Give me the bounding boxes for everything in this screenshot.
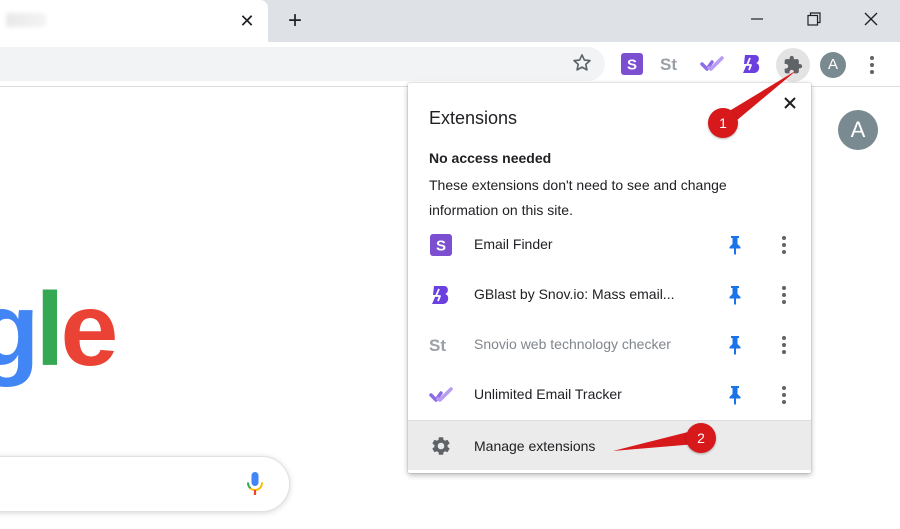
browser-toolbar: S St A [0, 42, 900, 87]
email-finder-icon: S [429, 233, 453, 257]
extension-row-gblast[interactable]: GBlast by Snov.io: Mass email... [408, 269, 811, 319]
section-heading: No access needed [429, 150, 552, 166]
email-finder-extension-icon[interactable]: S [620, 52, 644, 76]
window-close-button[interactable] [856, 6, 886, 32]
tab-close-icon[interactable]: ✕ [236, 10, 258, 32]
google-account-avatar[interactable]: A [838, 110, 878, 150]
pin-icon[interactable] [725, 334, 745, 356]
extension-row-email-tracker[interactable]: Unlimited Email Tracker [408, 369, 811, 419]
bookmark-star-icon[interactable] [571, 52, 593, 74]
voice-search-mic-icon[interactable] [245, 471, 265, 497]
pin-icon[interactable] [725, 384, 745, 406]
extension-name: GBlast by Snov.io: Mass email... [474, 286, 675, 302]
gblast-extension-icon[interactable] [740, 52, 764, 76]
minimize-icon [751, 18, 763, 20]
annotation-badge-2: 2 [686, 423, 716, 453]
annotation-badge-1: 1 [708, 108, 738, 138]
manage-extensions-label: Manage extensions [474, 438, 596, 454]
svg-text:St: St [660, 55, 677, 74]
gear-icon [430, 435, 452, 457]
profile-avatar[interactable]: A [820, 52, 846, 78]
svg-text:St: St [429, 336, 446, 355]
tab-strip: ✕ + [0, 0, 900, 42]
kebab-menu-icon [870, 56, 874, 74]
restore-button[interactable] [799, 6, 829, 32]
pin-icon[interactable] [725, 234, 745, 256]
more-options-icon[interactable] [775, 333, 793, 357]
chrome-menu-button[interactable] [862, 52, 882, 78]
logo-letter-g: g [0, 272, 40, 388]
manage-extensions-button[interactable]: Manage extensions [408, 420, 811, 470]
close-icon [784, 97, 796, 109]
new-tab-button[interactable]: + [282, 8, 308, 34]
puzzle-icon [784, 55, 803, 74]
logo-letter-e: e [60, 272, 118, 388]
extensions-popup: Extensions No access needed These extens… [408, 83, 811, 473]
svg-text:S: S [627, 57, 637, 74]
email-tracker-icon [429, 383, 453, 407]
extension-row-technology-checker[interactable]: St Snovio web technology checker [408, 319, 811, 369]
minimize-button[interactable] [742, 6, 772, 32]
more-options-icon[interactable] [775, 383, 793, 407]
browser-tab[interactable]: ✕ [0, 0, 268, 42]
more-options-icon[interactable] [775, 283, 793, 307]
gblast-icon [429, 283, 453, 307]
extension-name: Snovio web technology checker [474, 336, 671, 352]
popup-title: Extensions [429, 108, 518, 128]
tab-title-blurred [6, 13, 46, 27]
more-options-icon[interactable] [775, 233, 793, 257]
address-bar[interactable] [0, 47, 605, 81]
svg-text:S: S [436, 238, 446, 255]
extension-row-email-finder[interactable]: S Email Finder [408, 219, 811, 269]
technology-checker-icon: St [429, 333, 453, 357]
extensions-button[interactable] [776, 48, 810, 82]
technology-checker-extension-icon[interactable]: St [660, 52, 684, 76]
logo-letter-l: l [35, 272, 65, 388]
popup-close-button[interactable] [778, 91, 802, 115]
email-tracker-extension-icon[interactable] [700, 52, 724, 76]
restore-icon [807, 12, 821, 26]
google-logo-fragment: gle [0, 270, 118, 390]
extension-name: Unlimited Email Tracker [474, 386, 622, 402]
window-close-icon [864, 12, 878, 26]
extension-name: Email Finder [474, 236, 553, 252]
section-description: These extensions don't need to see and c… [429, 177, 727, 218]
pin-icon[interactable] [725, 284, 745, 306]
